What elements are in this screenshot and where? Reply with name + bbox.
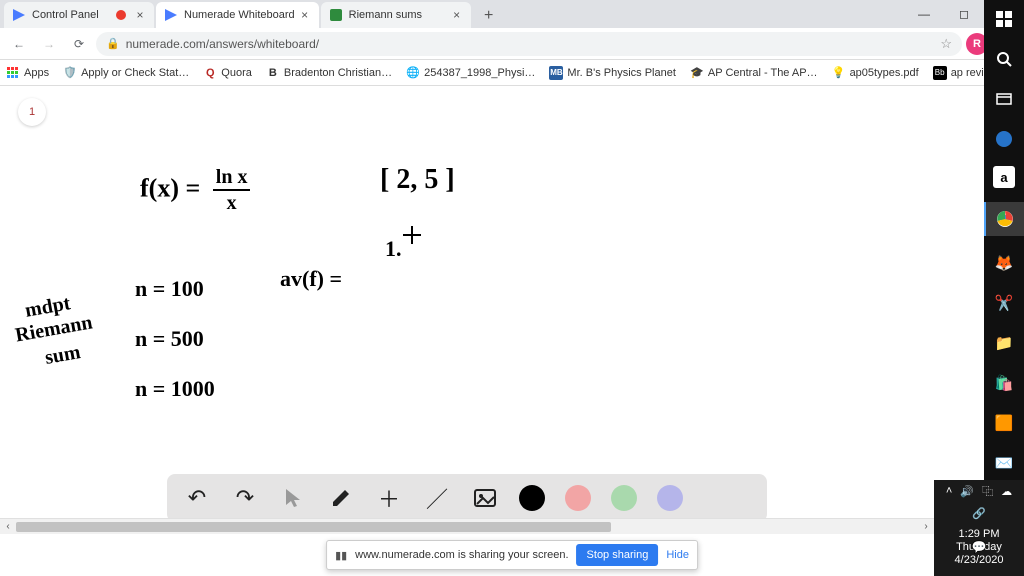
taskbar-app1[interactable]: 🦊 bbox=[991, 250, 1017, 276]
recording-indicator-icon bbox=[116, 10, 126, 20]
line-tool[interactable]: ／ bbox=[423, 484, 451, 512]
color-black[interactable] bbox=[519, 485, 545, 511]
pointer-tool[interactable] bbox=[279, 484, 307, 512]
tray-row: ˄ 🔊 ⿻ ☁ bbox=[934, 480, 1024, 502]
horizontal-scrollbar[interactable]: ‹ › bbox=[0, 518, 934, 534]
tab-title: Control Panel bbox=[32, 9, 116, 21]
screen-sharing-bar: ▮▮ www.numerade.com is sharing your scre… bbox=[326, 540, 698, 570]
bookmark-mrb[interactable]: MBMr. B's Physics Planet bbox=[549, 66, 675, 80]
hw-n100: n = 100 bbox=[135, 276, 204, 302]
start-button[interactable] bbox=[991, 6, 1017, 32]
hw-avf: av(f) = bbox=[280, 266, 342, 292]
site-icon: 🛡️ bbox=[63, 66, 77, 80]
bookmark-1998-phys[interactable]: 🌐254387_1998_Physi… bbox=[406, 66, 535, 80]
taskbar-app2[interactable]: ✂️ bbox=[991, 290, 1017, 316]
hw-sum: sum bbox=[43, 341, 82, 370]
bookmark-ap05types[interactable]: 💡ap05types.pdf bbox=[832, 66, 919, 80]
hw-fx: f(x) = ln x x bbox=[140, 166, 250, 215]
scroll-right-icon[interactable]: › bbox=[918, 519, 934, 535]
browser-toolbar: ← → ⟳ 🔒 numerade.com/answers/whiteboard/… bbox=[0, 28, 1024, 60]
reload-button[interactable]: ⟳ bbox=[66, 31, 92, 57]
tray-sound-icon[interactable]: 🔊 bbox=[960, 485, 974, 498]
tab-title: Numerade Whiteboard bbox=[184, 9, 295, 21]
tray-cloud-icon[interactable]: ☁ bbox=[1001, 485, 1012, 498]
scroll-thumb[interactable] bbox=[16, 522, 611, 532]
tray-wifi-icon[interactable]: ⿻ bbox=[982, 483, 993, 499]
hw-one: 1. bbox=[385, 236, 402, 262]
whiteboard-page: 1 f(x) = ln x x [ 2, 5 ] mdpt Riemann su… bbox=[0, 86, 934, 534]
taskbar-app3[interactable]: 🟧 bbox=[991, 410, 1017, 436]
apps-icon bbox=[6, 66, 20, 80]
action-center-icon[interactable]: 💬 bbox=[959, 532, 999, 562]
hw-n500: n = 500 bbox=[135, 326, 204, 352]
bookmark-ap-central[interactable]: 🎓AP Central - The AP… bbox=[690, 66, 818, 80]
taskbar-edge[interactable] bbox=[991, 126, 1017, 152]
maximize-button[interactable]: ◻ bbox=[944, 0, 984, 28]
numerade-favicon bbox=[164, 8, 178, 22]
lightbulb-icon: 💡 bbox=[832, 66, 846, 80]
scroll-track[interactable] bbox=[16, 519, 918, 535]
taskbar-amazon[interactable]: a bbox=[993, 166, 1015, 188]
taskbar-files[interactable]: 📁 bbox=[991, 330, 1017, 356]
cursor-crosshair-icon bbox=[403, 226, 421, 244]
pause-sharing-icon[interactable]: ▮▮ bbox=[335, 549, 347, 562]
new-tab-button[interactable]: + bbox=[477, 4, 501, 28]
search-icon[interactable] bbox=[991, 46, 1017, 72]
lock-icon: 🔒 bbox=[106, 37, 120, 50]
undo-button[interactable]: ↶ bbox=[183, 484, 211, 512]
bookmark-bradenton[interactable]: BBradenton Christian… bbox=[266, 66, 392, 80]
minimize-button[interactable]: — bbox=[904, 0, 944, 28]
shape-tool[interactable]: ＋ bbox=[375, 484, 403, 512]
stop-sharing-button[interactable]: Stop sharing bbox=[577, 544, 659, 566]
tab-strip: Control Panel × Numerade Whiteboard × Ri… bbox=[0, 0, 1024, 28]
bookmark-quora[interactable]: QQuora bbox=[203, 66, 252, 80]
url-text: numerade.com/answers/whiteboard/ bbox=[126, 37, 319, 51]
desmos-favicon bbox=[329, 8, 343, 22]
hide-sharing-button[interactable]: Hide bbox=[666, 549, 689, 561]
close-icon[interactable]: × bbox=[451, 9, 463, 21]
color-red[interactable] bbox=[565, 485, 591, 511]
bookmark-star-icon[interactable]: ☆ bbox=[940, 36, 952, 52]
site-icon: 🎓 bbox=[690, 66, 704, 80]
tab-title: Riemann sums bbox=[349, 9, 447, 21]
bookmark-apply[interactable]: 🛡️Apply or Check Stat… bbox=[63, 66, 189, 80]
hw-interval: [ 2, 5 ] bbox=[380, 164, 455, 196]
taskbar-mail[interactable]: ✉️ bbox=[991, 450, 1017, 476]
close-icon[interactable]: × bbox=[134, 9, 146, 21]
page-counter[interactable]: 1 bbox=[18, 98, 46, 126]
quora-icon: Q bbox=[203, 66, 217, 80]
taskbar-chrome[interactable] bbox=[984, 202, 1024, 236]
taskbar-store[interactable]: 🛍️ bbox=[991, 370, 1017, 396]
site-icon: B bbox=[266, 66, 280, 80]
hw-n1000: n = 1000 bbox=[135, 376, 215, 402]
tray-up-icon[interactable]: ˄ bbox=[946, 485, 952, 497]
close-icon[interactable]: × bbox=[299, 9, 311, 21]
globe-icon: 🌐 bbox=[406, 66, 420, 80]
bb-icon: Bb bbox=[933, 66, 947, 80]
task-view-icon[interactable] bbox=[991, 86, 1017, 112]
address-bar[interactable]: 🔒 numerade.com/answers/whiteboard/ ☆ bbox=[96, 32, 962, 56]
tab-control-panel[interactable]: Control Panel × bbox=[4, 2, 154, 28]
color-green[interactable] bbox=[611, 485, 637, 511]
image-tool[interactable] bbox=[471, 484, 499, 512]
forward-button[interactable]: → bbox=[36, 31, 62, 57]
scroll-left-icon[interactable]: ‹ bbox=[0, 519, 16, 535]
apps-button[interactable]: Apps bbox=[6, 66, 49, 80]
numerade-favicon bbox=[12, 8, 26, 22]
bookmarks-bar: Apps 🛡️Apply or Check Stat… QQuora BBrad… bbox=[0, 60, 1024, 86]
sharing-message: www.numerade.com is sharing your screen. bbox=[355, 549, 568, 561]
whiteboard-toolbar: ↶ ↷ ＋ ／ bbox=[167, 474, 767, 522]
color-blue[interactable] bbox=[657, 485, 683, 511]
redo-button[interactable]: ↷ bbox=[231, 484, 259, 512]
tab-numerade-whiteboard[interactable]: Numerade Whiteboard × bbox=[156, 2, 319, 28]
tray-link-icon[interactable]: 🔗 bbox=[934, 502, 1024, 524]
tab-riemann-sums[interactable]: Riemann sums × bbox=[321, 2, 471, 28]
pen-tool[interactable] bbox=[327, 484, 355, 512]
site-icon: MB bbox=[549, 66, 563, 80]
back-button[interactable]: ← bbox=[6, 31, 32, 57]
